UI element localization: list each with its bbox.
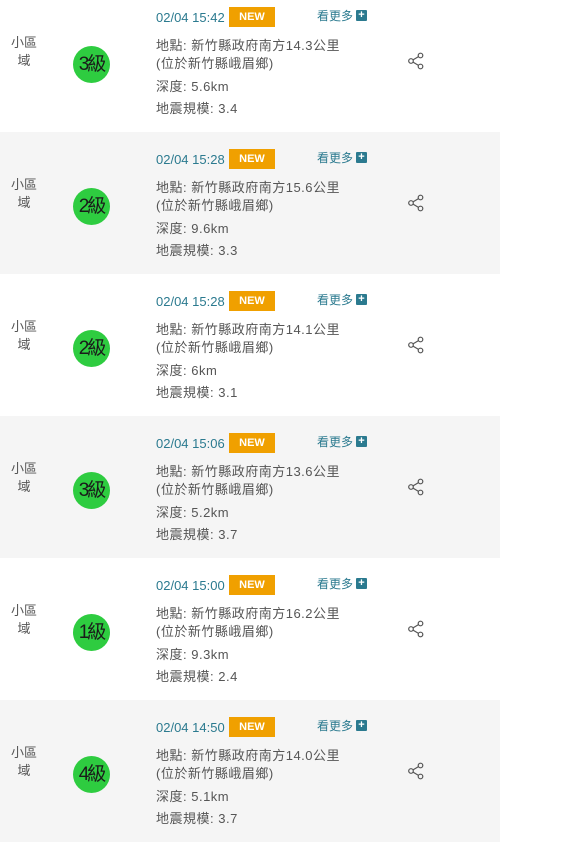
location-text: 地點: 新竹縣政府南方15.6公里 bbox=[156, 180, 341, 195]
magnitude-text: 地震規模: 2.4 bbox=[156, 669, 238, 684]
depth-text: 深度: 5.2km bbox=[156, 505, 230, 520]
share-icon[interactable] bbox=[407, 478, 425, 496]
intensity-badge: 2級 bbox=[73, 330, 110, 367]
see-more-link[interactable]: 看更多 + bbox=[317, 291, 368, 308]
intensity-badge: 2級 bbox=[73, 188, 110, 225]
depth-text: 深度: 6km bbox=[156, 363, 218, 378]
share-icon[interactable] bbox=[407, 52, 425, 70]
new-badge: NEW bbox=[229, 291, 275, 311]
earthquake-row: 小區域 4級 02/04 14:50 NEW 看更多 + 地點: 新竹縣政府南方1… bbox=[0, 700, 500, 842]
see-more-link[interactable]: 看更多 + bbox=[317, 7, 368, 24]
earthquake-list: 小區域 3級 02/04 15:42 NEW 看更多 + 地點: 新竹縣政府南方1… bbox=[0, 0, 567, 842]
see-more-label: 看更多 bbox=[317, 293, 354, 307]
event-time: 02/04 15:06 bbox=[156, 436, 225, 451]
share-icon[interactable] bbox=[407, 336, 425, 354]
event-time: 02/04 15:00 bbox=[156, 578, 225, 593]
depth-text: 深度: 5.6km bbox=[156, 79, 230, 94]
see-more-label: 看更多 bbox=[317, 719, 354, 733]
plus-square-icon: + bbox=[356, 152, 368, 163]
area-label: 小區域 bbox=[10, 177, 37, 210]
intensity-badge: 3級 bbox=[73, 46, 110, 83]
share-icon[interactable] bbox=[407, 762, 425, 780]
location-text: 地點: 新竹縣政府南方16.2公里 bbox=[156, 606, 341, 621]
sublocation-text: (位於新竹縣峨眉鄉) bbox=[156, 482, 274, 497]
event-time: 02/04 15:28 bbox=[156, 294, 225, 309]
depth-text: 深度: 5.1km bbox=[156, 789, 230, 804]
see-more-label: 看更多 bbox=[317, 435, 354, 449]
new-badge: NEW bbox=[229, 575, 275, 595]
earthquake-row: 小區域 3級 02/04 15:42 NEW 看更多 + 地點: 新竹縣政府南方1… bbox=[0, 0, 500, 132]
event-time: 02/04 15:28 bbox=[156, 152, 225, 167]
plus-square-icon: + bbox=[356, 294, 368, 305]
intensity-badge: 1級 bbox=[73, 614, 110, 651]
area-label: 小區域 bbox=[10, 461, 37, 494]
depth-text: 深度: 9.3km bbox=[156, 647, 230, 662]
earthquake-row: 小區域 3級 02/04 15:06 NEW 看更多 + 地點: 新竹縣政府南方1… bbox=[0, 416, 500, 558]
location-text: 地點: 新竹縣政府南方13.6公里 bbox=[156, 464, 341, 479]
area-label: 小區域 bbox=[10, 35, 37, 68]
plus-square-icon: + bbox=[356, 10, 368, 21]
share-icon[interactable] bbox=[407, 194, 425, 212]
see-more-link[interactable]: 看更多 + bbox=[317, 433, 368, 450]
location-text: 地點: 新竹縣政府南方14.3公里 bbox=[156, 38, 341, 53]
earthquake-row: 小區域 2級 02/04 15:28 NEW 看更多 + 地點: 新竹縣政府南方1… bbox=[0, 132, 500, 274]
plus-square-icon: + bbox=[356, 720, 368, 731]
event-time: 02/04 14:50 bbox=[156, 720, 225, 735]
see-more-label: 看更多 bbox=[317, 151, 354, 165]
new-badge: NEW bbox=[229, 433, 275, 453]
see-more-link[interactable]: 看更多 + bbox=[317, 149, 368, 166]
new-badge: NEW bbox=[229, 7, 275, 27]
magnitude-text: 地震規模: 3.4 bbox=[156, 101, 238, 116]
see-more-link[interactable]: 看更多 + bbox=[317, 575, 368, 592]
sublocation-text: (位於新竹縣峨眉鄉) bbox=[156, 624, 274, 639]
new-badge: NEW bbox=[229, 149, 275, 169]
magnitude-text: 地震規模: 3.3 bbox=[156, 243, 238, 258]
depth-text: 深度: 9.6km bbox=[156, 221, 230, 236]
plus-square-icon: + bbox=[356, 436, 368, 447]
sublocation-text: (位於新竹縣峨眉鄉) bbox=[156, 56, 274, 71]
sublocation-text: (位於新竹縣峨眉鄉) bbox=[156, 198, 274, 213]
area-label: 小區域 bbox=[10, 319, 37, 352]
sublocation-text: (位於新竹縣峨眉鄉) bbox=[156, 340, 274, 355]
magnitude-text: 地震規模: 3.7 bbox=[156, 811, 238, 826]
location-text: 地點: 新竹縣政府南方14.1公里 bbox=[156, 322, 341, 337]
earthquake-row: 小區域 2級 02/04 15:28 NEW 看更多 + 地點: 新竹縣政府南方1… bbox=[0, 274, 500, 416]
share-icon[interactable] bbox=[407, 620, 425, 638]
magnitude-text: 地震規模: 3.1 bbox=[156, 385, 238, 400]
see-more-label: 看更多 bbox=[317, 9, 354, 23]
location-text: 地點: 新竹縣政府南方14.0公里 bbox=[156, 748, 341, 763]
intensity-badge: 3級 bbox=[73, 472, 110, 509]
new-badge: NEW bbox=[229, 717, 275, 737]
see-more-link[interactable]: 看更多 + bbox=[317, 717, 368, 734]
earthquake-row: 小區域 1級 02/04 15:00 NEW 看更多 + 地點: 新竹縣政府南方1… bbox=[0, 558, 500, 700]
see-more-label: 看更多 bbox=[317, 577, 354, 591]
sublocation-text: (位於新竹縣峨眉鄉) bbox=[156, 766, 274, 781]
intensity-badge: 4級 bbox=[73, 756, 110, 793]
area-label: 小區域 bbox=[10, 745, 37, 778]
magnitude-text: 地震規模: 3.7 bbox=[156, 527, 238, 542]
plus-square-icon: + bbox=[356, 578, 368, 589]
event-time: 02/04 15:42 bbox=[156, 10, 225, 25]
area-label: 小區域 bbox=[10, 603, 37, 636]
